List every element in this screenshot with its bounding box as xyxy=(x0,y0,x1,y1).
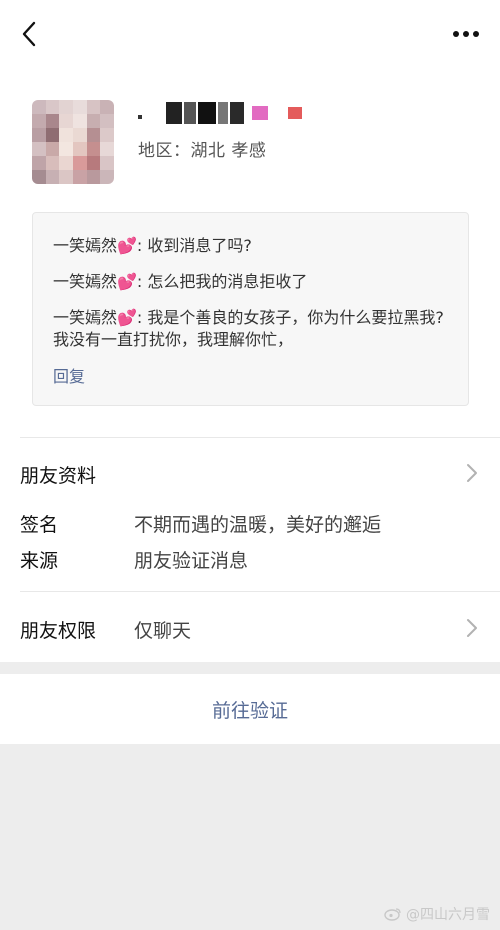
back-button[interactable] xyxy=(14,18,44,50)
divider xyxy=(20,591,500,592)
friend-permission-label: 朋友权限 xyxy=(20,620,97,642)
reply-link[interactable]: 回复 xyxy=(53,363,85,387)
region-text: 地区：湖北 孝感 xyxy=(138,141,267,161)
message-item: 一笑嫣然💕: 收到消息了吗? xyxy=(53,236,252,255)
weibo-logo-icon xyxy=(384,908,401,921)
profile-header: 地区：湖北 孝感 xyxy=(32,100,472,186)
watermark: @四山六月雪 xyxy=(384,904,490,924)
friend-info-label: 朋友资料 xyxy=(20,465,97,487)
friend-permission-value: 仅聊天 xyxy=(134,620,192,642)
source-value: 朋友验证消息 xyxy=(134,550,249,572)
signature-label: 签名 xyxy=(20,514,59,536)
watermark-text: @四山六月雪 xyxy=(406,907,490,923)
message-item: 一笑嫣然💕: 我是个善良的女孩子，你为什么要拉黑我? 我没有一直打扰你，我理解你… xyxy=(53,308,444,349)
message-item: 一笑嫣然💕: 怎么把我的消息拒收了 xyxy=(53,272,308,291)
chevron-right-icon xyxy=(467,619,477,637)
avatar[interactable] xyxy=(32,100,114,184)
go-verify-label: 前往验证 xyxy=(211,699,288,722)
chevron-left-icon xyxy=(22,21,36,47)
nickname-redacted xyxy=(138,100,338,126)
divider xyxy=(20,437,500,438)
greeting-messages-panel: 一笑嫣然💕: 收到消息了吗? 一笑嫣然💕: 怎么把我的消息拒收了 一笑嫣然💕: … xyxy=(32,212,469,406)
signature-value: 不期而遇的温暖，美好的邂逅 xyxy=(134,514,382,536)
go-verify-button[interactable]: 前往验证 xyxy=(0,674,500,744)
more-button[interactable] xyxy=(450,22,482,46)
source-label: 来源 xyxy=(20,550,59,572)
chevron-right-icon xyxy=(467,464,477,482)
nav-bar xyxy=(0,0,500,70)
ellipsis-icon xyxy=(453,31,479,37)
